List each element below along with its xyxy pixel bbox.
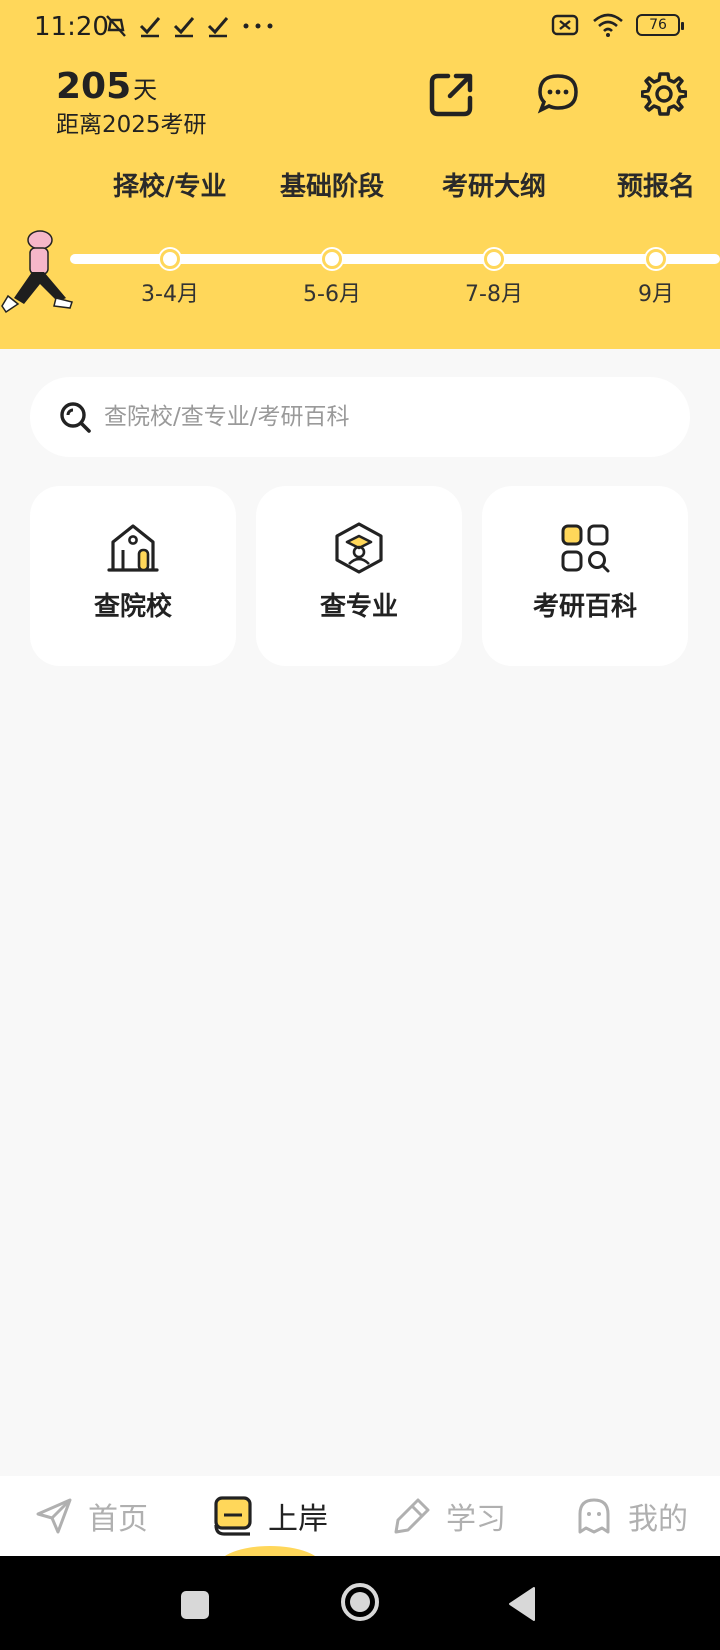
search-icon: [60, 402, 91, 433]
home-button[interactable]: [340, 1582, 380, 1622]
timeline-dot: [322, 249, 342, 269]
nav-label: 上岸: [268, 1502, 328, 1537]
notification-icons: [102, 12, 278, 40]
bottom-nav: 首页 上岸 学习 我的: [0, 1476, 720, 1556]
nav-home[interactable]: 首页: [34, 1476, 148, 1556]
search-bar[interactable]: [30, 377, 690, 457]
timeline-label: 9月: [638, 282, 674, 307]
nav-label: 首页: [88, 1502, 148, 1537]
ghost-icon: [578, 1498, 610, 1534]
phase-tab[interactable]: 基础阶段: [280, 166, 384, 203]
runner-illustration: [1, 230, 73, 314]
battery-icon: 76: [636, 14, 684, 36]
mute-icon: [106, 15, 126, 37]
nav-label: 我的: [628, 1502, 688, 1537]
card-label: 查院校: [93, 592, 172, 622]
quick-cards: 查院校 查专业 考研百科: [30, 486, 690, 666]
timeline-dot: [484, 249, 504, 269]
graduation-cap-icon: [335, 522, 383, 574]
countdown-subtitle: 距离2025考研: [56, 112, 207, 138]
messages-button[interactable]: [530, 66, 586, 122]
card-encyclopedia[interactable]: 考研百科: [482, 486, 688, 666]
chat-bubble-icon: [537, 74, 578, 114]
sim-x-icon: [551, 14, 579, 36]
nav-mine[interactable]: 我的: [574, 1476, 688, 1556]
system-nav-bar: [0, 1556, 720, 1650]
timeline-dot: [646, 249, 666, 269]
card-label: 查专业: [319, 592, 398, 622]
header: 11:20 76 205天 距离2025考研 择校/专业 基础阶段 考研大纲 预…: [0, 0, 720, 349]
countdown-unit: 天: [133, 76, 158, 104]
recents-button[interactable]: [180, 1590, 210, 1620]
status-time: 11:20: [34, 12, 109, 42]
header-actions: [424, 66, 692, 122]
school-building-icon: [107, 524, 159, 572]
check-icon: [173, 17, 195, 38]
nav-shore[interactable]: 上岸: [212, 1476, 328, 1556]
pen-icon: [394, 1498, 430, 1534]
timeline-label: 5-6月: [303, 282, 361, 307]
share-button[interactable]: [424, 66, 480, 122]
exam-countdown: 205天 距离2025考研: [56, 66, 207, 139]
nav-label: 学习: [446, 1502, 506, 1537]
phase-tab[interactable]: 预报名: [617, 166, 695, 203]
phase-tabs: 择校/专业 基础阶段 考研大纲 预报名: [0, 166, 720, 210]
timeline-label: 7-8月: [465, 282, 523, 307]
check-icon: [207, 17, 229, 38]
wifi-icon: [593, 13, 623, 37]
book-icon: [214, 1496, 252, 1536]
settings-button[interactable]: [636, 66, 692, 122]
check-icon: [139, 17, 161, 38]
nav-study[interactable]: 学习: [392, 1476, 506, 1556]
card-find-school[interactable]: 查院校: [30, 486, 236, 666]
system-status-icons: 76: [550, 12, 684, 38]
timeline-dot: [160, 249, 180, 269]
timeline-label: 3-4月: [141, 282, 199, 307]
gear-icon: [641, 72, 687, 116]
more-dots-icon: [243, 23, 273, 29]
status-bar: 11:20 76: [0, 0, 720, 54]
encyclopedia-grid-icon: [561, 524, 610, 573]
battery-level: 76: [649, 17, 667, 33]
search-input[interactable]: [104, 404, 624, 430]
card-find-major[interactable]: 查专业: [256, 486, 462, 666]
back-button[interactable]: [506, 1586, 538, 1622]
countdown-days: 205: [56, 66, 132, 107]
card-label: 考研百科: [532, 592, 637, 622]
phase-tab[interactable]: 考研大纲: [442, 166, 546, 203]
paper-plane-icon: [36, 1498, 72, 1534]
phase-tab[interactable]: 择校/专业: [113, 166, 227, 203]
share-icon: [429, 73, 473, 117]
